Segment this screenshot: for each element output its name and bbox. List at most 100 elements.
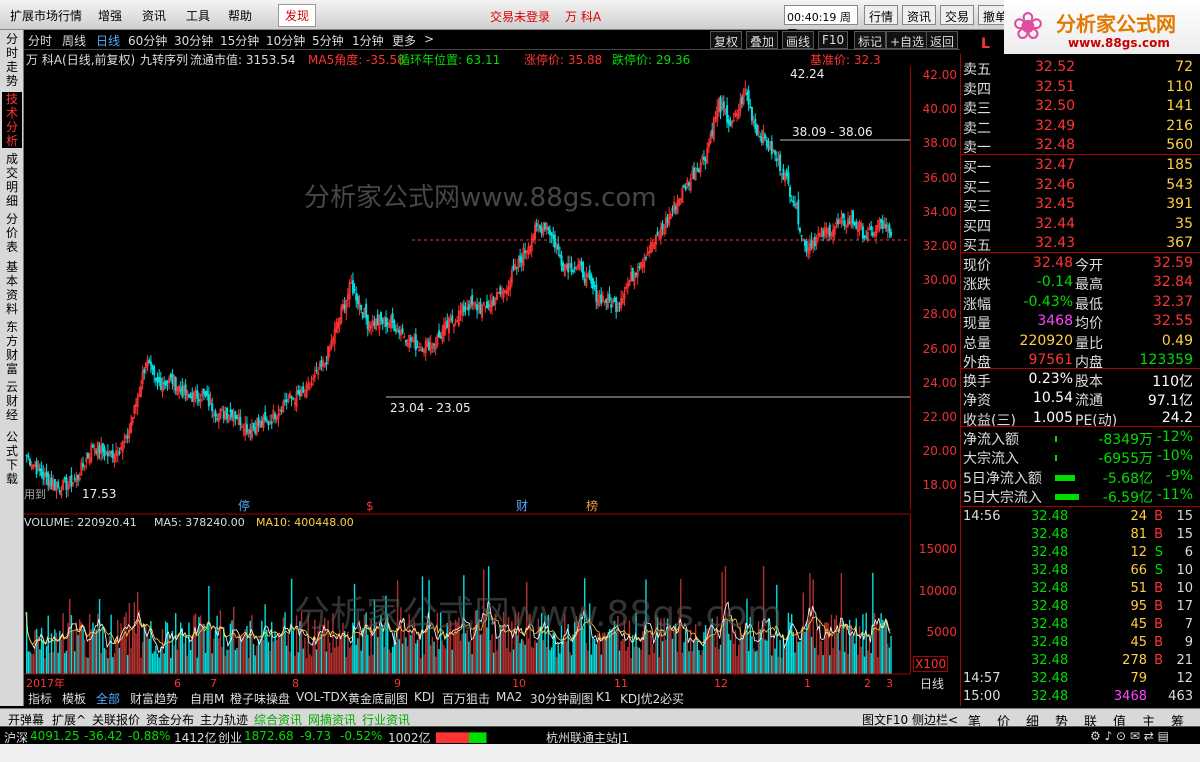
period-more[interactable]: 更多 xyxy=(392,32,416,49)
kline-chart[interactable]: 42.24 38.09 - 38.06 23.04 - 23.05 用到 17.… xyxy=(24,66,910,690)
tick-cell: S xyxy=(1154,545,1163,560)
volume-bar xyxy=(406,646,409,674)
period-10m[interactable]: 10分钟 xyxy=(266,32,305,49)
price-label: 32.00 xyxy=(922,239,957,253)
price-label: 36.00 xyxy=(922,170,957,185)
indicator-tab[interactable]: MA2 xyxy=(496,690,522,704)
indicator-tab[interactable]: 橙子味操盘 xyxy=(230,690,290,707)
candle-body xyxy=(855,221,858,229)
volume-bar xyxy=(728,633,730,674)
btn-adjust[interactable]: 复权 xyxy=(710,31,743,49)
volume-bar xyxy=(630,658,632,674)
btn-f10[interactable]: F10 xyxy=(818,31,849,49)
indicator-tab[interactable]: K1 xyxy=(596,690,612,704)
tab-deals[interactable]: 成交明细 xyxy=(2,152,22,208)
marker-dollar[interactable]: $ xyxy=(366,499,374,513)
menu-ext-market[interactable]: 扩展市场行情 xyxy=(10,7,82,24)
volume-bar xyxy=(234,649,237,674)
period-30m[interactable]: 30分钟 xyxy=(174,32,213,49)
tab-cloud[interactable]: 云财经 xyxy=(2,380,22,422)
indicator-tab[interactable]: KDJ xyxy=(414,690,435,704)
candle-body xyxy=(880,218,883,223)
candle-body xyxy=(813,237,816,247)
indicator-tab[interactable]: 指标 xyxy=(28,690,52,707)
breadth-bar: ▆▆▆▆▆▆ xyxy=(436,729,486,743)
candle-body xyxy=(890,232,893,237)
indicator-tab[interactable]: KDJ优2 xyxy=(620,690,660,707)
indicator-tab[interactable]: VOL-TDX xyxy=(296,690,348,704)
stat-label: 最高 xyxy=(1075,277,1103,294)
btn-mark[interactable]: 标记 xyxy=(854,31,887,49)
menu-tools[interactable]: 工具 xyxy=(186,7,210,24)
indicator-tab[interactable]: 百万狙击 xyxy=(442,690,490,707)
indicator-tab[interactable]: 模板 xyxy=(62,690,86,707)
candle-body xyxy=(747,90,750,105)
menu-enhance[interactable]: 增强 xyxy=(98,7,122,24)
indicator-tab[interactable]: 全部 xyxy=(96,690,120,707)
volume-bar xyxy=(689,629,692,674)
indicator-tab[interactable]: 黄金底副图 xyxy=(348,690,408,707)
marker-rank[interactable]: 榜 xyxy=(586,498,598,513)
candle-body xyxy=(666,216,669,223)
sh-chg: -36.42 xyxy=(84,729,123,743)
lotus-logo-icon: ❀ xyxy=(1012,4,1044,48)
candle-body xyxy=(543,223,546,230)
tab-formula[interactable]: 公式下载 xyxy=(2,430,22,486)
tick-cell: 32.48 xyxy=(1031,599,1069,614)
indicator-tab[interactable]: 必买 xyxy=(660,690,684,707)
candle-body xyxy=(143,369,146,373)
btn-draw[interactable]: 画线 xyxy=(782,31,815,49)
candle-body xyxy=(265,419,268,421)
candle-body xyxy=(702,156,705,160)
btn-quote[interactable]: 行情 xyxy=(864,5,899,25)
period-15m[interactable]: 15分钟 xyxy=(220,32,259,49)
tab-price-table[interactable]: 分价表 xyxy=(2,212,22,254)
candle-body xyxy=(211,403,214,412)
volume-bar xyxy=(701,650,703,674)
volume-bar xyxy=(870,653,872,674)
volume-bar xyxy=(792,631,795,674)
volume-bar xyxy=(77,634,79,674)
logo-title: 分析家公式网 xyxy=(1056,12,1176,36)
candle-body xyxy=(257,417,260,426)
tab-timeline[interactable]: 分时走势 xyxy=(2,32,22,88)
volume-bar xyxy=(112,657,114,674)
volume-bar xyxy=(555,656,558,674)
indicator-tab[interactable]: 财富趋势 xyxy=(130,690,178,707)
volume-bar xyxy=(206,623,208,674)
menu-news[interactable]: 资讯 xyxy=(142,7,166,24)
period-day[interactable]: 日线 xyxy=(96,32,120,49)
volume-bar xyxy=(797,641,800,674)
btn-trade[interactable]: 交易 xyxy=(940,5,975,25)
volume-bar xyxy=(242,638,245,674)
marker-halt[interactable]: 停 xyxy=(238,498,250,513)
tab-technical[interactable]: 技术分析 xyxy=(2,92,22,148)
volume-bar xyxy=(772,634,775,674)
volume-bar xyxy=(350,645,352,674)
tab-eastmoney[interactable]: 东方财富 xyxy=(2,320,22,376)
indicator-tab[interactable]: 30分钟副图 xyxy=(530,690,593,707)
period-5m[interactable]: 5分钟 xyxy=(312,32,344,49)
period-60m[interactable]: 60分钟 xyxy=(128,32,167,49)
volume-bar xyxy=(216,615,218,674)
volume-bar xyxy=(170,658,172,674)
candle-body xyxy=(539,225,542,228)
tab-basic[interactable]: 基本资料 xyxy=(2,260,22,316)
period-next[interactable]: > xyxy=(424,32,434,46)
btn-add-watch[interactable]: +自选 xyxy=(886,31,929,49)
candle-body xyxy=(512,265,515,270)
btn-back[interactable]: 返回 xyxy=(926,31,959,49)
marker-finance[interactable]: 财 xyxy=(516,499,528,513)
volume-bar xyxy=(333,647,336,674)
btn-info[interactable]: 资讯 xyxy=(902,5,937,25)
tick-cell: 278 xyxy=(1122,653,1147,668)
candle-body xyxy=(726,105,729,123)
indicator-tab[interactable]: 自用M xyxy=(190,690,224,707)
volume-bar xyxy=(453,633,455,674)
period-timeline[interactable]: 分时 xyxy=(28,32,52,49)
btn-overlay[interactable]: 叠加 xyxy=(746,31,779,49)
menu-discover[interactable]: 发现 xyxy=(278,4,317,27)
period-week[interactable]: 周线 xyxy=(62,32,86,49)
menu-help[interactable]: 帮助 xyxy=(228,7,252,24)
period-1m[interactable]: 1分钟 xyxy=(352,32,384,49)
